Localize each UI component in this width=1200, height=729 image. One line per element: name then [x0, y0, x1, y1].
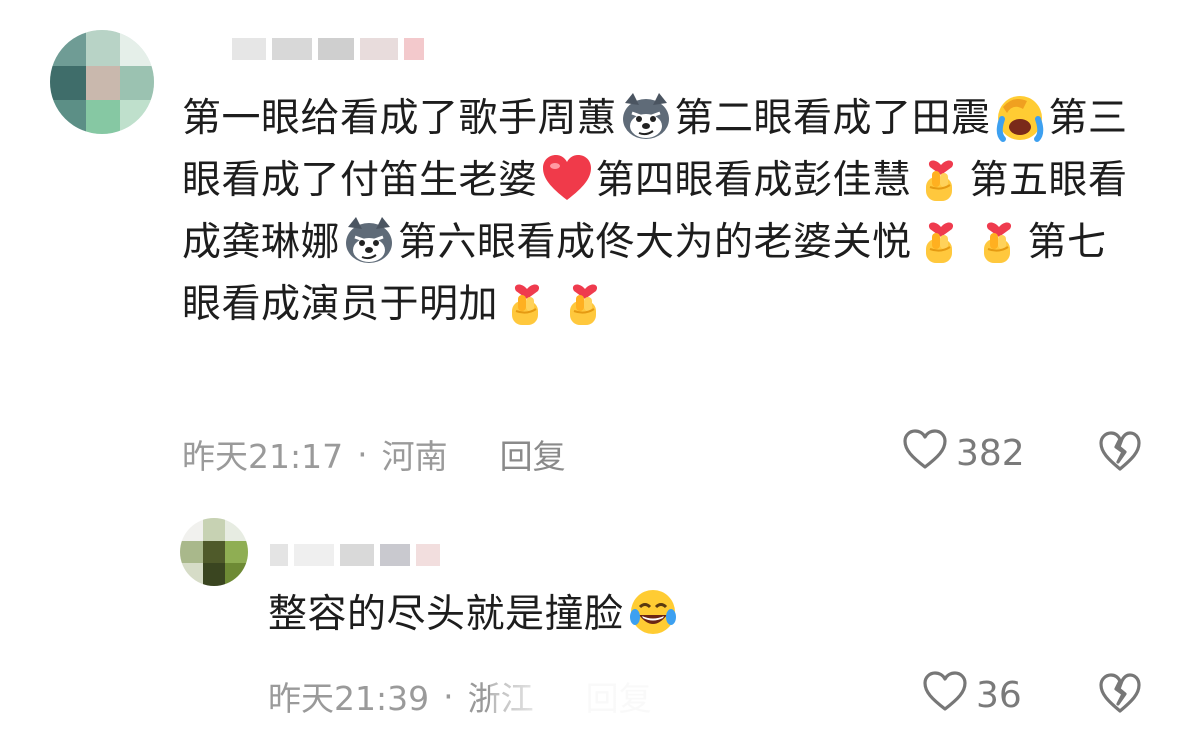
finger-heart-icon [914, 213, 968, 267]
like-button[interactable]: 36 [922, 670, 1022, 721]
meta-separator: · [443, 676, 454, 716]
reply-button[interactable]: 回复 [500, 430, 566, 478]
meta-separator: · [357, 434, 368, 474]
comment-text: 第一眼给看成了歌手周蕙 第二眼看成了田震 第三眼看成了付笛生老婆 第四眼看成彭佳慧 第五… [182, 88, 1142, 336]
red-heart-icon [540, 151, 594, 205]
wolf-icon [342, 213, 396, 267]
finger-heart-icon [558, 275, 612, 329]
finger-heart-icon [972, 213, 1026, 267]
comment-location: 河南 [381, 437, 448, 476]
facepalm-crying-icon [993, 89, 1047, 143]
avatar[interactable] [180, 518, 248, 586]
watermark-overlay [490, 676, 710, 716]
dislike-button[interactable] [1098, 672, 1142, 718]
dislike-button[interactable] [1098, 430, 1142, 476]
like-button[interactable]: 382 [902, 428, 1025, 479]
comment-text-segment: 整容的尽头就是撞脸 [268, 592, 624, 637]
comment-meta: 昨天21:17 · 河南 回复 [182, 430, 566, 478]
comment-text-segment: 第二眼看成了田震 [674, 96, 991, 141]
heart-outline-icon [922, 670, 968, 721]
finger-heart-icon [500, 275, 554, 329]
tears-of-joy-icon [626, 585, 680, 639]
username-blurred[interactable] [270, 544, 440, 566]
comment-text-segment: 第四眼看成彭佳慧 [595, 158, 912, 203]
avatar[interactable] [50, 30, 154, 134]
heart-outline-icon [902, 428, 948, 479]
username-blurred[interactable] [232, 38, 424, 60]
broken-heart-icon [1098, 673, 1142, 718]
comment-text-segment: 第六眼看成佟大为的老婆关悦 [398, 220, 912, 265]
like-count: 382 [956, 433, 1025, 474]
comment-time: 昨天21:17 [182, 437, 344, 476]
wolf-icon [619, 89, 673, 143]
broken-heart-icon [1098, 431, 1142, 476]
comment-text: 整容的尽头就是撞脸 [268, 584, 1068, 646]
comment-text-segment: 第一眼给看成了歌手周蕙 [182, 96, 617, 141]
like-count: 36 [976, 675, 1022, 716]
comment-time: 昨天21:39 [268, 679, 430, 718]
finger-heart-icon [914, 151, 968, 205]
